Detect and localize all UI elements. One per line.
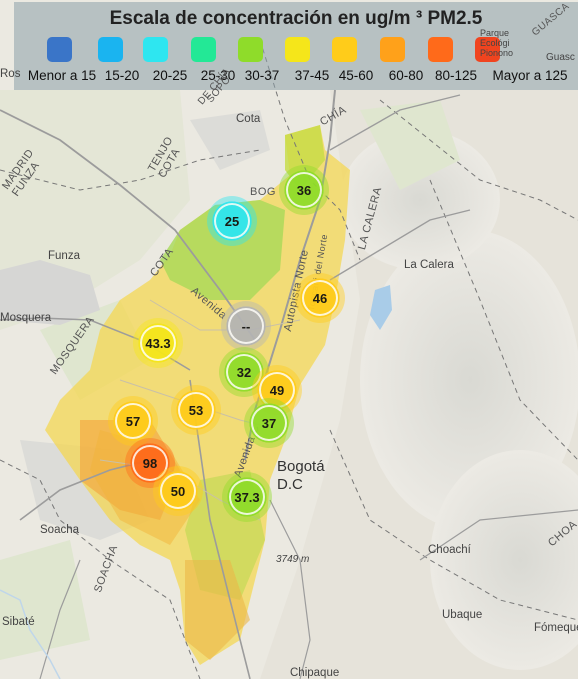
place-label-rosa: Ros [0,68,21,80]
legend-label: 60-80 [388,68,424,83]
place-label-ubaque: Ubaque [442,609,483,621]
station-marker[interactable]: 37.3 [222,472,272,522]
legend-swatch [332,37,357,62]
legend-swatch [191,37,216,62]
elevation-label: 3749 m [276,554,310,565]
station-value: 36 [286,172,322,208]
legend-swatch [98,37,123,62]
station-value: 50 [160,473,196,509]
place-label-cota: Cota [236,113,261,125]
legend-label: 37-45 [294,68,330,83]
legend-title: Escala de concentración en ug/m ³ PM2.5 [109,8,483,29]
place-label-chipaque: Chipaque [290,667,340,679]
place-label-la-calera: La Calera [404,259,454,271]
place-label-fomeque: Fómeque [534,622,578,634]
place-label-guasca: Guasc [546,52,575,63]
legend-swatch [428,37,453,62]
place-label-sibate: Sibaté [2,616,35,628]
station-value: 25 [214,203,250,239]
legend-label: 20-25 [152,68,188,83]
station-value: 37 [251,405,287,441]
station-marker[interactable]: -- [221,301,271,351]
station-value: 37.3 [229,479,265,515]
station-marker[interactable]: 37 [244,398,294,448]
legend-swatch [143,37,168,62]
map-canvas[interactable] [0,0,578,679]
legend-label: 30-37 [244,68,280,83]
legend-swatch [285,37,310,62]
place-label-funza: Funza [48,250,80,262]
station-value: 46 [302,280,338,316]
road-label-bog: BOG [250,186,276,198]
station-marker[interactable]: 46 [295,273,345,323]
legend-swatch [380,37,405,62]
legend-label: 80-125 [434,68,478,83]
station-value: 57 [115,403,151,439]
station-value: 53 [178,392,214,428]
place-label-soacha: Soacha [40,524,80,536]
place-label-mosquera: Mosquera [0,312,52,324]
legend-label: Menor a 15 [27,68,97,83]
legend-swatch [47,37,72,62]
place-label-bogota: Bogotá D.C [277,458,325,493]
station-marker[interactable]: 43.3 [133,318,183,368]
station-marker[interactable]: 50 [153,466,203,516]
station-marker[interactable]: 36 [279,165,329,215]
place-label-parque: Parque Ecológi Pionono [480,28,514,58]
legend-label: Mayor a 125 [492,68,568,83]
station-marker[interactable]: 53 [171,385,221,435]
place-label-choachi: Choachí [428,544,471,556]
station-value: 43.3 [140,325,176,361]
station-marker[interactable]: 25 [207,196,257,246]
station-value: -- [228,308,264,344]
legend-label: 15-20 [104,68,140,83]
legend-label: 45-60 [338,68,374,83]
legend-swatch [238,37,263,62]
